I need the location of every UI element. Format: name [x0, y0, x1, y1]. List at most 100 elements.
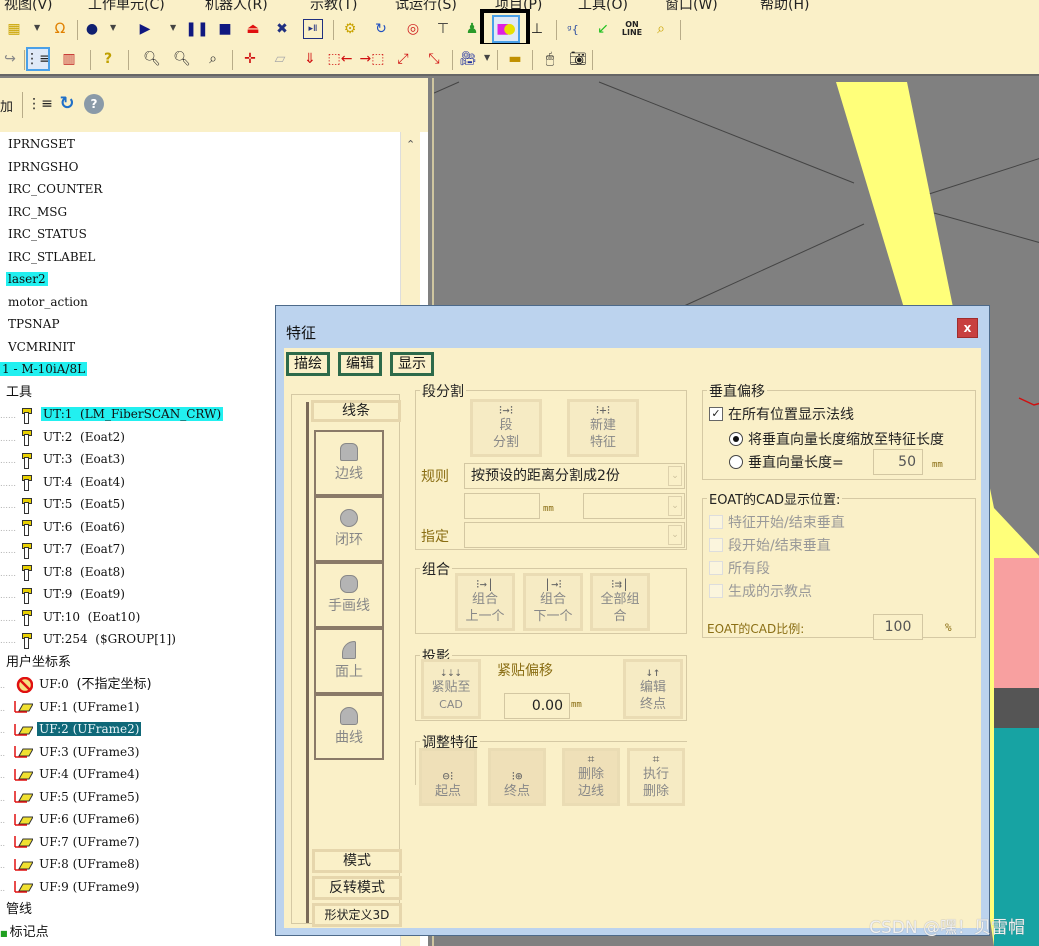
pause-icon[interactable]: ❚❚: [185, 19, 208, 39]
fixed-length-radio[interactable]: 垂直向量长度=: [729, 452, 844, 472]
abort-icon[interactable]: ✖: [272, 19, 292, 39]
tree-item-user-frame[interactable]: .. UF:5 (UFrame5): [0, 787, 141, 807]
eoat-option-checkbox[interactable]: 生成的示教点: [709, 581, 812, 601]
io-icon[interactable]: ᵍ{: [563, 19, 583, 39]
specify-select[interactable]: ⌄: [464, 522, 685, 548]
tree-item-user-frame[interactable]: .. UF:0 (不指定坐标): [0, 674, 154, 694]
combine-previous-button[interactable]: ⁝→| 组合 上一个: [455, 573, 515, 631]
tree-item-tool[interactable]: …… UT:8 (Eoat8): [0, 562, 127, 582]
curve-button[interactable]: 曲线: [314, 694, 384, 760]
combine-next-button[interactable]: |→⁝ 组合 下一个: [523, 573, 583, 631]
zoom-window-icon[interactable]: ⌕: [203, 49, 223, 69]
chevron-down-icon[interactable]: ⌄: [668, 496, 682, 516]
snap-to-cad-button[interactable]: ⇣⇣⇣ 紧贴至 CAD: [421, 659, 481, 719]
tree-item-user-frame[interactable]: .. UF:2 (UFrame2): [0, 719, 142, 739]
chevron-down-icon[interactable]: ▼: [170, 23, 176, 32]
inspect-icon[interactable]: ⌕: [651, 19, 671, 39]
tree-item-markers[interactable]: ■ 标记点: [0, 922, 49, 942]
sign-icon[interactable]: ⊤: [433, 19, 453, 39]
online-icon[interactable]: ON LINE: [622, 19, 642, 39]
menu-cell[interactable]: 工作单元(C): [88, 0, 165, 14]
camera-icon[interactable]: 🎥︎: [458, 49, 478, 69]
menu-view[interactable]: 视图(V): [4, 0, 53, 14]
tree-item-tool[interactable]: …… UT:7 (Eoat7): [0, 539, 127, 559]
menu-tools[interactable]: 工具(O): [578, 0, 628, 14]
eject-icon[interactable]: ⏏: [243, 19, 263, 39]
tree-item-tool[interactable]: …… UT:2 (Eoat2): [0, 427, 127, 447]
zoom-in-icon[interactable]: 🔍︎: [142, 49, 162, 69]
tree-item-program[interactable]: IRC_STLABEL: [6, 247, 97, 267]
zoom-out-icon[interactable]: 🔍︎: [172, 49, 192, 69]
menu-help[interactable]: 帮助(H): [760, 0, 809, 14]
menu-test-run[interactable]: 试运行(S): [395, 0, 457, 14]
tree-item-user-frame[interactable]: .. UF:8 (UFrame8): [0, 854, 141, 874]
tab-draw[interactable]: 描绘: [286, 352, 330, 376]
edge-button[interactable]: 边线: [314, 430, 384, 496]
tree-icon[interactable]: ⋮≡: [27, 94, 53, 114]
expand-icon[interactable]: ⤢: [393, 49, 413, 69]
distance-input[interactable]: [464, 493, 540, 519]
closed-loop-button[interactable]: 闭环: [314, 496, 384, 562]
normal-length-input[interactable]: 50: [873, 449, 923, 475]
tree-item-tool[interactable]: …… UT:5 (Eoat5): [0, 494, 127, 514]
segment-split-button[interactable]: ⁝→⁝ 段 分割: [470, 399, 542, 457]
tree-item-program[interactable]: VCMRINIT: [6, 337, 77, 357]
tree-item-tool[interactable]: …… UT:6 (Eoat6): [0, 517, 127, 537]
eoat-scale-input[interactable]: 100: [873, 614, 923, 640]
help-icon[interactable]: ?: [84, 94, 104, 114]
shape-define-3d-button[interactable]: 形状定义3D: [312, 903, 402, 927]
stop-icon[interactable]: ■: [215, 19, 235, 39]
scale-to-feature-radio[interactable]: 将垂直向量长度缩放至特征长度: [729, 429, 944, 449]
tree-item-program[interactable]: IPRNGSHO: [6, 157, 80, 177]
gripper-icon[interactable]: Ω: [50, 19, 70, 39]
chevron-down-icon[interactable]: ▼: [110, 23, 116, 32]
drop-icon[interactable]: ⇓: [300, 49, 320, 69]
tree-item-tool[interactable]: …… UT:1 (LM_FiberSCAN_CRW): [0, 404, 224, 424]
mouse-icon[interactable]: 🖱︎: [540, 49, 560, 69]
menu-window[interactable]: 窗口(W): [665, 0, 718, 14]
play-icon[interactable]: ▶: [135, 19, 155, 39]
tp-display-icon[interactable]: ▸Ⅱ: [303, 19, 323, 39]
menu-robot[interactable]: 机器人(R): [205, 0, 268, 14]
cell-browser-icon[interactable]: ▦: [4, 19, 24, 39]
tree-item-tool[interactable]: …… UT:9 (Eoat9): [0, 584, 127, 604]
tree-item-user-frame[interactable]: .. UF:9 (UFrame9): [0, 877, 141, 897]
tree-item-robot[interactable]: 1 - M-10iA/8L: [0, 359, 88, 379]
tree-item-program[interactable]: laser2: [6, 269, 48, 289]
tree-item-user-frame[interactable]: .. UF:4 (UFrame4): [0, 764, 141, 784]
move-left-icon[interactable]: ⬚←: [328, 49, 353, 69]
new-feature-button[interactable]: ⁝+⁝ 新建 特征: [567, 399, 639, 457]
target-icon[interactable]: ◎: [403, 19, 423, 39]
end-point-button[interactable]: ⁝⊕ 终点: [488, 748, 546, 806]
operator-icon[interactable]: ♟: [462, 19, 482, 39]
freehand-button[interactable]: 手画线: [314, 562, 384, 628]
tree-item-user-frames[interactable]: 用户坐标系: [6, 652, 71, 672]
plane-icon[interactable]: ▱: [270, 49, 290, 69]
tree-item-program[interactable]: IRC_STATUS: [6, 224, 89, 244]
edit-end-button[interactable]: ↓↑ 编辑 终点: [623, 659, 683, 719]
snap-offset-input[interactable]: 0.00: [504, 693, 570, 719]
mode-button[interactable]: 模式: [312, 849, 402, 873]
tree-item-tools[interactable]: 工具: [6, 382, 32, 402]
menu-teach[interactable]: 示教(T): [310, 0, 357, 14]
undo-icon[interactable]: ↪: [0, 49, 20, 69]
tree-item-tool[interactable]: …… UT:3 (Eoat3): [0, 449, 127, 469]
combine-all-button[interactable]: ⁝⇉| 全部组 合: [590, 573, 650, 631]
ruler-icon[interactable]: ▬: [505, 49, 525, 69]
tree-item-pipes[interactable]: 管线: [6, 899, 32, 919]
tree-item-user-frame[interactable]: .. UF:6 (UFrame6): [0, 809, 141, 829]
shrink-icon[interactable]: ⤡: [424, 49, 444, 69]
snapshot-icon[interactable]: 📷︎: [568, 49, 588, 69]
tree-item-user-frame[interactable]: .. UF:1 (UFrame1): [0, 697, 141, 717]
tree-item-program[interactable]: motor_action: [6, 292, 90, 312]
close-button[interactable]: x: [957, 318, 978, 338]
tree-item-program[interactable]: TPSNAP: [6, 314, 62, 334]
tree-view-icon[interactable]: ⋮≡: [25, 47, 51, 71]
rule-select[interactable]: 按预设的距离分割成2份 ⌄: [464, 463, 685, 489]
chevron-down-icon[interactable]: ▼: [34, 23, 40, 32]
help-icon[interactable]: ?: [98, 49, 118, 69]
robot-move-icon[interactable]: ⚙: [340, 19, 360, 39]
tab-display[interactable]: 显示: [390, 352, 434, 376]
tree-item-user-frame[interactable]: .. UF:3 (UFrame3): [0, 742, 141, 762]
refresh-icon[interactable]: ↻: [57, 94, 77, 114]
